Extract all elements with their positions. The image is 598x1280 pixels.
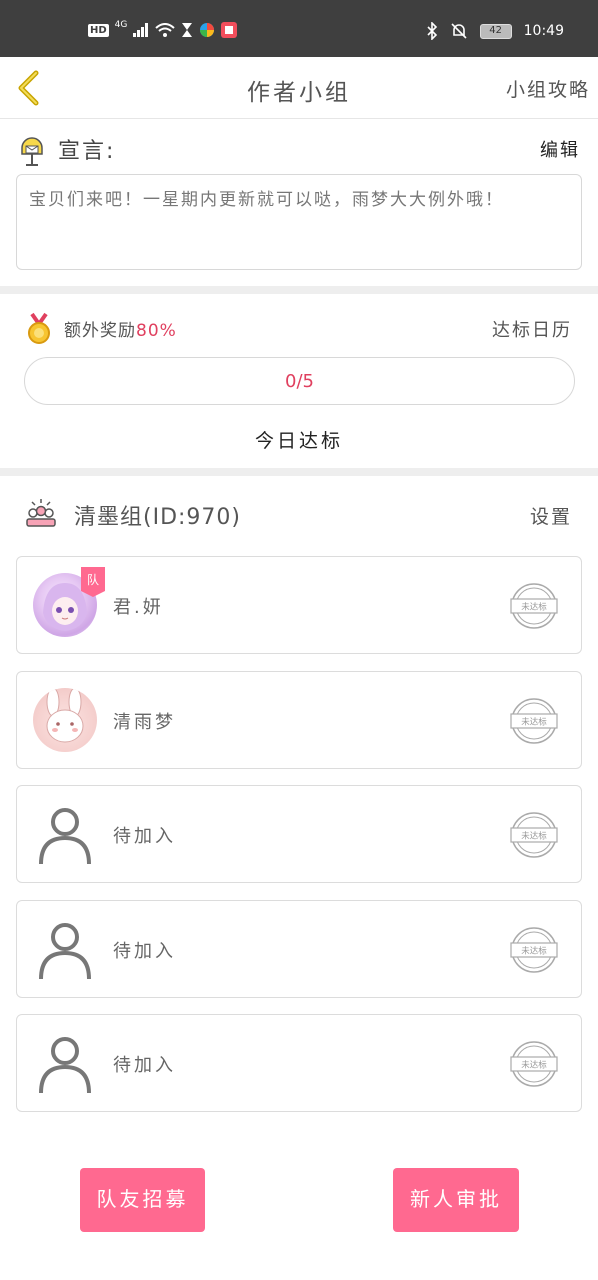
- stamp-text: 未达标: [521, 717, 547, 728]
- approve-button[interactable]: 新人审批: [393, 1168, 519, 1232]
- network-type: 4G: [114, 20, 128, 30]
- reward-label: 额外奖励80%: [64, 316, 177, 341]
- not-achieved-stamp: 未达标: [510, 698, 558, 744]
- member-card[interactable]: 清雨梦 未达标: [16, 671, 582, 769]
- member-card[interactable]: 待加入 未达标: [16, 785, 582, 883]
- reward-label-text: 额外奖励: [64, 321, 136, 341]
- member-name: 待加入: [113, 941, 176, 962]
- not-achieved-stamp: 未达标: [510, 927, 558, 973]
- avatar[interactable]: [33, 688, 97, 752]
- leader-badge: 队: [81, 567, 105, 597]
- mute-bell-icon: [451, 23, 467, 39]
- progress-bar: 0/5: [24, 357, 575, 405]
- member-name: 待加入: [113, 1055, 176, 1076]
- section-divider: [0, 286, 598, 294]
- edit-button[interactable]: 编辑: [540, 136, 580, 162]
- reward-percent: 80%: [136, 321, 177, 341]
- leader-badge-text: 队: [87, 572, 99, 587]
- team-icon: [26, 499, 56, 527]
- medal-icon: [28, 312, 50, 344]
- stamp-text: 未达标: [521, 1060, 547, 1071]
- status-bar-right: 42 10:49: [426, 22, 564, 40]
- calendar-link[interactable]: 达标日历: [492, 316, 572, 342]
- bluetooth-icon: [427, 22, 437, 40]
- section-divider: [0, 468, 598, 476]
- empty-user-icon[interactable]: [33, 1031, 97, 1095]
- declaration-text: 宝贝们来吧！一星期内更新就可以哒，雨梦大大例外哦！: [16, 174, 582, 270]
- hd-icon: HD: [88, 23, 109, 37]
- empty-user-icon[interactable]: [33, 917, 97, 981]
- stamp-text: 未达标: [521, 831, 547, 842]
- wifi-icon: [155, 23, 176, 37]
- today-target-label: 今日达标: [254, 430, 343, 452]
- declaration-header: 宣言: 编辑: [0, 120, 598, 172]
- app-icon: [200, 23, 215, 37]
- group-name: 清墨组(ID:970): [74, 505, 241, 530]
- battery-icon: 42: [479, 23, 512, 39]
- member-name: 待加入: [113, 826, 176, 847]
- stamp-text: 未达标: [521, 946, 547, 957]
- not-achieved-stamp: 未达标: [510, 583, 558, 629]
- recruit-button[interactable]: 队友招募: [80, 1168, 205, 1232]
- book-icon: [221, 22, 238, 38]
- group-header: 清墨组(ID:970) 设置: [0, 490, 598, 540]
- status-bar-left: HD 4G: [88, 20, 238, 38]
- member-card[interactable]: 队 君.妍 未达标: [16, 556, 582, 654]
- mailbox-icon: [21, 137, 43, 166]
- member-name: 清雨梦: [113, 712, 176, 733]
- member-card[interactable]: 待加入 未达标: [16, 900, 582, 998]
- hourglass-icon: [182, 23, 193, 37]
- not-achieved-stamp: 未达标: [510, 812, 558, 858]
- signal-icon: [133, 23, 149, 37]
- progress-text: 0/5: [285, 371, 314, 392]
- group-guide-link[interactable]: 小组攻略: [506, 75, 590, 102]
- member-card[interactable]: 待加入 未达标: [16, 1014, 582, 1112]
- member-name: 君.妍: [113, 597, 164, 618]
- status-bar: HD 4G 42 10:49: [0, 0, 598, 57]
- stamp-text: 未达标: [521, 602, 547, 613]
- reward-header: 额外奖励80% 达标日历: [0, 304, 598, 348]
- avatar-bunny-image: [46, 688, 84, 743]
- settings-link[interactable]: 设置: [530, 502, 572, 529]
- declaration-label: 宣言:: [58, 139, 116, 164]
- empty-user-icon[interactable]: [33, 802, 97, 866]
- not-achieved-stamp: 未达标: [510, 1041, 558, 1087]
- clock: 10:49: [523, 23, 564, 39]
- header: 作者小组 小组攻略: [0, 57, 598, 119]
